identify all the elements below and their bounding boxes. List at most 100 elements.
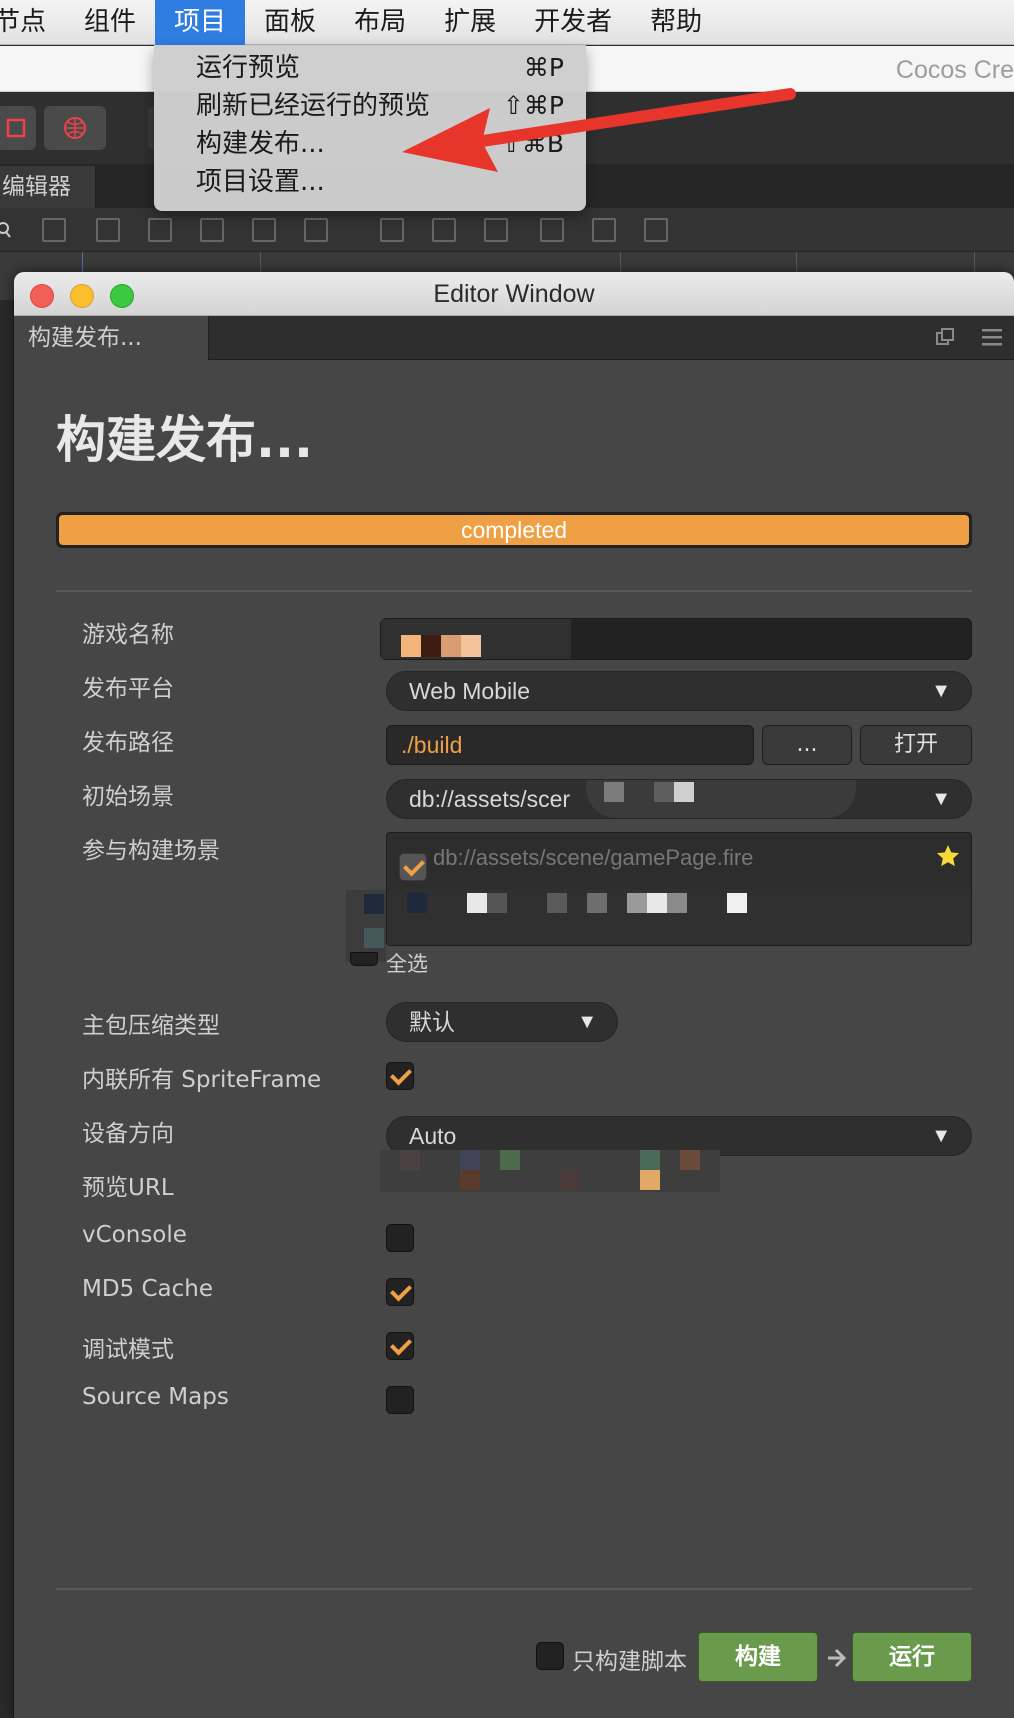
debug-mode-label: 调试模式: [82, 1337, 174, 1363]
globe-tool-button[interactable]: [44, 106, 106, 150]
redacted-block: [587, 893, 607, 913]
distribute-right-icon[interactable]: [644, 218, 668, 242]
rect-tool-icon: [6, 118, 26, 138]
browse-path-button[interactable]: ...: [762, 725, 852, 765]
search-icon[interactable]: [0, 221, 12, 239]
redacted-block: [500, 1150, 520, 1170]
chevron-down-icon: ▼: [931, 1125, 951, 1147]
build-editor-window: Editor Window 构建发布... 构建发布... completed: [14, 272, 1014, 1718]
redacted-block: [680, 1150, 700, 1170]
align-middle-icon[interactable]: [252, 218, 276, 242]
platform-label: 发布平台: [82, 676, 174, 702]
star-icon[interactable]: [935, 843, 961, 869]
ruler-tick: [620, 252, 621, 272]
inline-spriteframe-label: 内联所有 SpriteFrame: [82, 1067, 322, 1093]
tab-scene-editor[interactable]: 编辑器: [0, 166, 96, 208]
orientation-label: 设备方向: [82, 1121, 174, 1147]
ruler-tick: [260, 252, 261, 272]
scene-item-checkbox[interactable]: [399, 853, 427, 881]
align-bottom-icon[interactable]: [304, 218, 328, 242]
globe-icon: [64, 117, 86, 139]
start-scene-value: db://assets/scer: [409, 786, 571, 812]
redacted-block: [460, 1170, 480, 1190]
included-scenes-list: db://assets/scene/gamePage.fire: [386, 832, 972, 946]
redacted-block: [627, 893, 647, 913]
redacted-block: [461, 635, 481, 657]
redacted-block: [401, 635, 421, 657]
menu-item-label: 项目设置...: [196, 167, 325, 197]
game-name-input[interactable]: [380, 618, 972, 660]
menu-layout[interactable]: 布局: [335, 0, 425, 45]
redacted-block: [640, 1150, 660, 1170]
menu-panel[interactable]: 面板: [245, 0, 335, 45]
inline-spriteframe-checkbox[interactable]: [386, 1062, 414, 1090]
align-right-icon[interactable]: [148, 218, 172, 242]
distribute-top-icon[interactable]: [380, 218, 404, 242]
window-titlebar: Editor Window: [14, 272, 1014, 316]
annotation-arrow-icon: [402, 88, 796, 172]
hamburger-menu-icon[interactable]: [982, 328, 1002, 346]
menu-developer[interactable]: 开发者: [515, 0, 631, 45]
run-button[interactable]: 运行: [852, 1632, 972, 1682]
script-only-checkbox[interactable]: [536, 1642, 564, 1670]
compression-label: 主包压缩类型: [82, 1013, 220, 1039]
select-all-checkbox[interactable]: [350, 952, 378, 966]
redacted-block: [467, 893, 487, 913]
redacted-block: [364, 894, 384, 914]
build-progress-bar: completed: [56, 512, 972, 548]
preview-url-redacted: [380, 1150, 720, 1192]
tab-build[interactable]: 构建发布...: [14, 316, 209, 360]
app-title: Cocos Cre: [895, 56, 1014, 84]
chevron-down-icon: ▼: [931, 680, 951, 702]
md5-cache-label: MD5 Cache: [82, 1276, 214, 1302]
chevron-down-icon: ▼: [931, 788, 951, 810]
redacted-block: [364, 928, 384, 948]
compression-value: 默认: [409, 1009, 455, 1035]
debug-mode-checkbox[interactable]: [386, 1332, 414, 1360]
redacted-block: [407, 893, 427, 913]
distribute-middle-icon[interactable]: [432, 218, 456, 242]
redacted-block: [667, 893, 687, 913]
vconsole-checkbox[interactable]: [386, 1224, 414, 1252]
ruler-tick: [796, 252, 797, 272]
distribute-left-icon[interactable]: [540, 218, 564, 242]
redacted-block: [441, 635, 461, 657]
compression-select[interactable]: 默认 ▼: [386, 1002, 618, 1042]
menu-item-label: 构建发布...: [196, 129, 325, 159]
menu-help[interactable]: 帮助: [631, 0, 721, 45]
redacted-block: [560, 1170, 580, 1190]
start-scene-label: 初始场景: [82, 784, 174, 810]
distribute-center-icon[interactable]: [592, 218, 616, 242]
popout-icon[interactable]: [936, 328, 954, 346]
redacted-block: [654, 782, 674, 802]
redacted-block: [727, 893, 747, 913]
menu-component[interactable]: 组件: [65, 0, 155, 45]
align-left-icon[interactable]: [42, 218, 66, 242]
script-only-label: 只构建脚本: [572, 1649, 687, 1675]
source-maps-checkbox[interactable]: [386, 1386, 414, 1414]
menu-extension[interactable]: 扩展: [425, 0, 515, 45]
menu-node[interactable]: 节点: [0, 0, 65, 45]
vconsole-label: vConsole: [82, 1222, 187, 1248]
build-path-input[interactable]: ./build: [386, 725, 754, 765]
open-path-button[interactable]: 打开: [860, 725, 972, 765]
platform-select[interactable]: Web Mobile ▼: [386, 671, 972, 711]
redacted-block: [421, 635, 441, 657]
redacted-block: [586, 780, 856, 818]
md5-cache-checkbox[interactable]: [386, 1278, 414, 1306]
scene-item-path: db://assets/scene/gamePage.fire: [433, 845, 754, 870]
preview-url-label: 预览URL: [82, 1175, 174, 1201]
ruler-tick: [82, 252, 83, 272]
ruler-tick: [974, 252, 975, 272]
align-center-h-icon[interactable]: [96, 218, 120, 242]
rect-tool-button[interactable]: [0, 106, 36, 150]
build-path-label: 发布路径: [82, 730, 174, 756]
distribute-bottom-icon[interactable]: [484, 218, 508, 242]
source-maps-label: Source Maps: [82, 1384, 229, 1410]
included-scenes-label: 参与构建场景: [82, 838, 220, 864]
build-button[interactable]: 构建: [698, 1632, 818, 1682]
align-top-icon[interactable]: [200, 218, 224, 242]
select-all-label: 全选: [386, 952, 428, 976]
menu-project[interactable]: 项目: [155, 0, 246, 45]
panel-heading: 构建发布...: [56, 411, 313, 469]
